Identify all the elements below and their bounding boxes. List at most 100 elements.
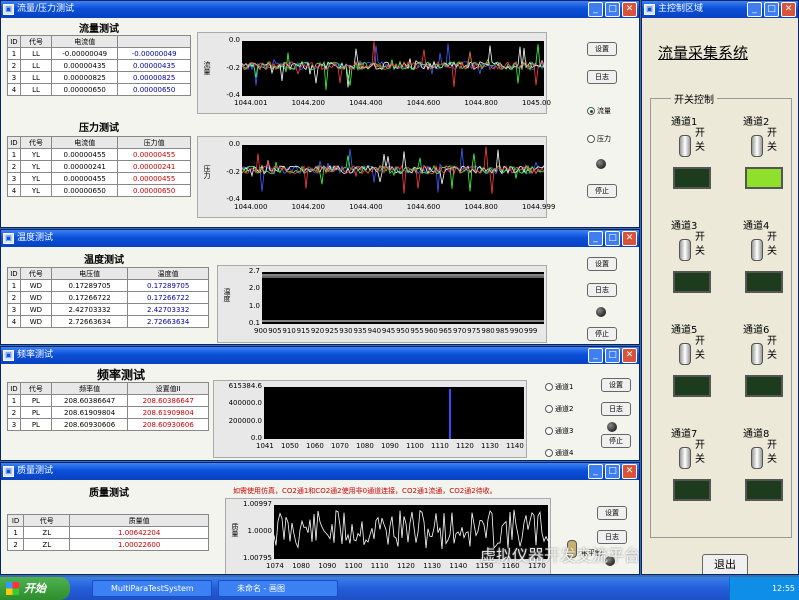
task-paint[interactable]: 未命名 - 画图 xyxy=(218,580,338,597)
frequency-table: ID 代号 频率值 设置值II 1 PL 208.60386647 208.60386647… xyxy=(7,382,209,431)
table-cell: YL xyxy=(19,160,53,173)
minimize-button[interactable]: _ xyxy=(588,2,603,17)
table-cell: 3 xyxy=(7,172,21,185)
start-button[interactable]: 开始 xyxy=(0,577,70,600)
channel-2-toggle[interactable] xyxy=(751,135,763,157)
y-tick-label: 2.7 xyxy=(248,267,260,275)
radio-dot xyxy=(545,405,553,413)
table-cell: 0.00000650 xyxy=(51,184,119,197)
close-button[interactable]: ✕ xyxy=(622,231,637,246)
maximize-button[interactable]: □ xyxy=(605,348,620,363)
channel-4-toggle[interactable] xyxy=(751,239,763,261)
table-row: 3 PL 208.60930606 208.60930606 xyxy=(7,418,209,431)
x-tick-label: 910 xyxy=(282,327,296,335)
table-cell: PL xyxy=(19,418,52,431)
radio-channel-label: 通道1 xyxy=(555,383,574,391)
radio-flow[interactable]: 流量 xyxy=(587,106,611,116)
radio-channel-1[interactable]: 通道1 xyxy=(545,382,573,392)
table-cell: YL xyxy=(19,184,53,197)
maximize-button[interactable]: □ xyxy=(764,2,779,17)
minimize-button[interactable]: _ xyxy=(588,464,603,479)
table-cell: 0.17289705 xyxy=(127,279,209,292)
table-row: 4 LL 0.00000650 0.00000650 xyxy=(7,83,191,96)
column-header: 电流值 xyxy=(51,35,119,48)
frequency-plot-area xyxy=(264,387,524,439)
minimize-button[interactable]: _ xyxy=(588,348,603,363)
close-button[interactable]: ✕ xyxy=(622,348,637,363)
temperature-heading: 温度测试 xyxy=(84,255,124,266)
table-cell: WD xyxy=(19,303,52,316)
radio-dot xyxy=(587,107,595,115)
table-cell: 0.17266722 xyxy=(50,291,129,304)
title-bar[interactable]: ▣ 流量/压力测试 _ □ ✕ xyxy=(1,1,639,18)
maximize-button[interactable]: □ xyxy=(605,464,620,479)
stop-button[interactable]: 停止 xyxy=(587,184,617,198)
task-multipara[interactable]: MultiParaTestSystem xyxy=(92,580,212,597)
close-button[interactable]: ✕ xyxy=(622,2,637,17)
temperature-y-label: 温度 xyxy=(223,288,231,302)
title-bar[interactable]: ▣ 质量测试 _ □ ✕ xyxy=(1,463,639,480)
table-cell: 0.00000241 xyxy=(117,160,191,173)
maximize-button[interactable]: □ xyxy=(605,2,620,17)
flow-pressure-window: ▣ 流量/压力测试 _ □ ✕ 流量测试 ID 代号 电流值 1 LL -0.00000… xyxy=(0,0,640,228)
table-row: 1 PL 208.60386647 208.60386647 xyxy=(7,394,209,407)
title-bar[interactable]: ▣ 频率测试 _ □ ✕ xyxy=(1,347,639,364)
table-row: 3 LL 0.00000825 0.00000825 xyxy=(7,71,191,84)
x-tick-label: 980 xyxy=(481,327,495,335)
stop-button[interactable]: 停止 xyxy=(601,434,631,448)
temperature-window: ▣ 温度测试 _ □ ✕ 温度测试 ID 代号 电压值 温度值 1 WD 0.172897… xyxy=(0,229,640,345)
radio-channel-3[interactable]: 通道3 xyxy=(545,426,573,436)
settings-button[interactable]: 设置 xyxy=(597,506,627,520)
stop-button[interactable]: 停止 xyxy=(587,327,617,341)
channel-7-toggle[interactable] xyxy=(679,447,691,469)
minimize-button[interactable]: _ xyxy=(747,2,762,17)
table-cell: 208.61909804 xyxy=(127,406,209,419)
y-tick-label: 0.1 xyxy=(248,319,260,327)
title-bar[interactable]: ▣ 主控制区域 _ □ ✕ xyxy=(642,1,798,18)
exit-button[interactable]: 退出 xyxy=(702,554,748,574)
log-button[interactable]: 日志 xyxy=(601,402,631,416)
switch-control-group: 开关控制 通道1 开关通道2 开关通道3 开关通道4 开关通道5 开关通道6 开关通道7 开关… xyxy=(650,91,792,538)
x-tick-label: 1044.600 xyxy=(406,203,441,211)
title-bar[interactable]: ▣ 温度测试 _ □ ✕ xyxy=(1,230,639,247)
radio-channel-2[interactable]: 通道2 xyxy=(545,404,573,414)
channel-1-toggle[interactable] xyxy=(679,135,691,157)
radio-channel-4[interactable]: 通道4 xyxy=(545,448,573,458)
table-cell: 1 xyxy=(6,526,25,539)
x-tick-label: 945 xyxy=(381,327,396,335)
table-cell: 0.00000435 xyxy=(51,59,119,72)
on-off-labels: 开关 xyxy=(695,335,705,363)
radio-dot xyxy=(545,383,553,391)
x-tick-label: 1044.200 xyxy=(291,99,325,107)
column-header: 压力值 xyxy=(117,136,191,149)
log-button[interactable]: 日志 xyxy=(587,283,617,297)
settings-button[interactable]: 设置 xyxy=(601,378,631,392)
channel-8-toggle[interactable] xyxy=(751,447,763,469)
x-tick-label: 940 xyxy=(367,327,382,335)
x-tick-label: 1080 xyxy=(292,562,311,570)
pressure-test-heading: 压力测试 xyxy=(79,123,119,134)
channel-5-toggle[interactable] xyxy=(679,343,691,365)
table-cell: 2.72663634 xyxy=(127,315,209,328)
table-cell: WD xyxy=(19,279,52,292)
table-cell: 4 xyxy=(7,83,21,96)
column-header: 电压值 xyxy=(50,267,129,280)
radio-pressure-label: 压力 xyxy=(597,135,611,143)
system-title: 流量采集系统 xyxy=(658,44,749,62)
minimize-button[interactable]: _ xyxy=(588,231,603,246)
x-tick-label: 935 xyxy=(353,327,367,335)
close-button[interactable]: ✕ xyxy=(781,2,796,17)
close-button[interactable]: ✕ xyxy=(622,464,637,479)
x-tick-label: 1044.999 xyxy=(522,203,556,211)
settings-button[interactable]: 设置 xyxy=(587,257,617,271)
maximize-button[interactable]: □ xyxy=(605,231,620,246)
radio-pressure[interactable]: 压力 xyxy=(587,134,611,144)
y-tick-label: -0.4 xyxy=(226,91,240,99)
settings-button[interactable]: 设置 xyxy=(587,42,617,56)
log-button[interactable]: 日志 xyxy=(587,70,617,84)
table-cell: 2.42703332 xyxy=(127,303,209,316)
on-label: 开 xyxy=(767,336,777,347)
channel-3-toggle[interactable] xyxy=(679,239,691,261)
channel-6-toggle[interactable] xyxy=(751,343,763,365)
table-cell: PL xyxy=(19,406,52,419)
